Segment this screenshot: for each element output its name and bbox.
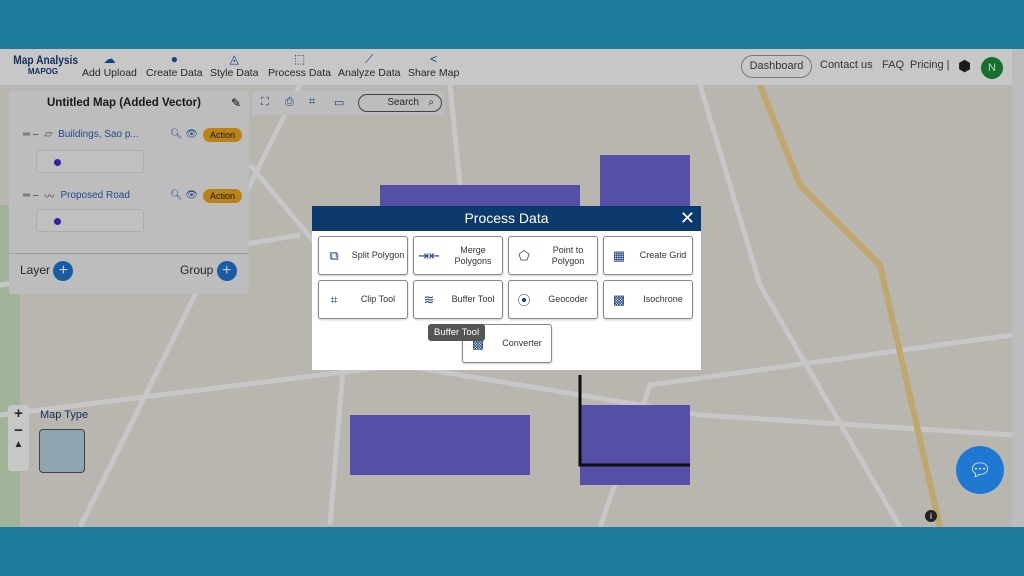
modal-title: Process Data xyxy=(464,210,549,226)
tool-isochrone[interactable]: ▩ Isochrone xyxy=(603,280,693,319)
split-polygon-icon: ⧉ xyxy=(329,247,339,263)
chat-icon: 💬︎ xyxy=(968,460,992,480)
tool-merge-polygons[interactable]: ⇥⇤ Merge Polygons xyxy=(413,236,503,275)
process-data-modal: Process Data ✕ ⧉ Split Polygon ⇥⇤ Merge Pol… xyxy=(312,206,701,370)
merge-icon: ⇥⇤ xyxy=(418,247,440,263)
chat-button[interactable]: 💬︎ xyxy=(956,446,1004,494)
point-polygon-icon: ⬠ xyxy=(518,247,530,263)
tool-point-to-polygon[interactable]: ⬠ Point to Polygon xyxy=(508,236,598,275)
tool-buffer[interactable]: ≋ Buffer Tool xyxy=(413,280,503,319)
location-icon: ⦿ xyxy=(517,293,531,308)
app: Map Analysis MAPOG ☁ Add Upload ● Create Da… xyxy=(0,49,1024,527)
layers-icon: ≋ xyxy=(423,291,435,307)
tooltip: Buffer Tool xyxy=(428,324,486,341)
close-icon[interactable]: ✕ xyxy=(680,206,695,231)
crop-icon: ⌗ xyxy=(330,291,338,307)
tool-clip[interactable]: ⌗ Clip Tool xyxy=(318,280,408,319)
grid-icon: ▦ xyxy=(612,247,626,263)
isochrone-icon: ▩ xyxy=(612,291,626,307)
tool-geocoder[interactable]: ⦿ Geocoder xyxy=(508,280,598,319)
tool-create-grid[interactable]: ▦ Create Grid xyxy=(603,236,693,275)
info-icon[interactable]: i xyxy=(925,510,937,522)
tool-split-polygon[interactable]: ⧉ Split Polygon xyxy=(318,236,408,275)
